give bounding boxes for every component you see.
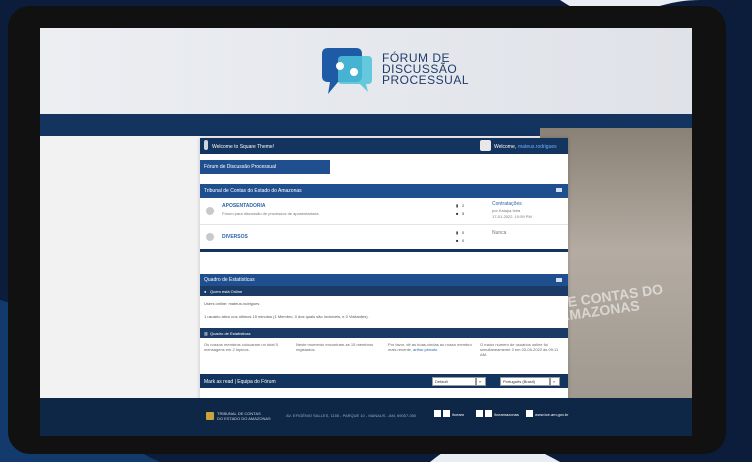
topics-icon: ▮	[456, 203, 459, 208]
forum-row: APOSENTADORIA Fórum para discussão de pr…	[200, 198, 568, 225]
footer-address: AV. EFIGÊNIO SALLES, 1155 - PARQUE 10 - …	[286, 413, 417, 418]
posts-count: 0	[462, 238, 465, 243]
forum-title-link[interactable]: APOSENTADORIA	[222, 203, 266, 209]
forum-title-link[interactable]: DIVERSOS	[222, 234, 248, 240]
forum-status-icon	[206, 207, 214, 215]
stats-record: O maior número de usuários online foi si…	[480, 342, 559, 357]
footer-site-link[interactable]: www.tce.am.gov.br	[535, 412, 569, 417]
newest-member-link[interactable]: arthur.peixoto	[413, 347, 437, 352]
stats-newest-member: Por favor, dê as boas-vindas ao nosso me…	[388, 342, 472, 352]
online-summary: 1 usuário ativo nos últimos 15 minutos (…	[204, 314, 369, 319]
globe-icon[interactable]	[526, 410, 533, 417]
forum-description: Fórum para discussão de processos de apo…	[222, 211, 320, 216]
stats-header: Quadro de Estatísticas	[200, 274, 568, 286]
language-go-button[interactable]: »	[550, 377, 560, 386]
youtube-icon[interactable]	[485, 410, 492, 417]
instagram-icon[interactable]	[476, 410, 483, 417]
forum-panel: Welcome to Square Theme! Welcome, mateus…	[200, 138, 568, 402]
footer-social-2[interactable]: /tceamazonas	[494, 412, 519, 417]
user-menu-link[interactable]: mateus.rodrigues	[518, 144, 557, 150]
category-header: Tribunal de Contas do Estado do Amazonas	[200, 184, 568, 198]
stats-members: Neste momento encontram-se 15 membros re…	[296, 342, 374, 352]
microphone-icon	[204, 140, 208, 150]
posts-icon: ■	[456, 238, 459, 243]
logo-line-3: PROCESSUAL	[382, 73, 470, 87]
browser-screen: FÓRUM DE DISCUSSÃO PROCESSUAL DE CONTAS …	[40, 28, 692, 436]
welcome-bar: Welcome to Square Theme! Welcome, mateus…	[200, 138, 568, 154]
forum-logo-icon	[322, 48, 372, 94]
twitter-icon[interactable]	[443, 410, 450, 417]
stats-posts: Os nossos membros colocaram no total 5 m…	[204, 342, 278, 352]
forum-row: DIVERSOS ▮ 0 ■ 0 Nunca	[200, 225, 568, 250]
posts-count: 5	[462, 211, 465, 216]
footer-social-1[interactable]: /tceam	[452, 412, 464, 417]
footer: TRIBUNAL DE CONTAS DO ESTADO DO AMAZONAS…	[40, 398, 692, 436]
avatar[interactable]	[480, 140, 491, 151]
topics-count: 0	[462, 230, 465, 235]
online-icon: ●	[204, 289, 207, 294]
stats-title: Quadro de Estatísticas	[204, 277, 255, 283]
collapse-icon[interactable]	[556, 188, 562, 192]
stats-heading: Quadro de Estatísticas	[210, 331, 251, 336]
welcome-message: Welcome to Square Theme!	[212, 144, 275, 150]
online-users: Users online: mateus.rodrigues	[204, 301, 260, 306]
breadcrumb-home-link[interactable]: Fórum de Discussão Processual	[204, 164, 276, 170]
facebook-icon[interactable]	[434, 410, 441, 417]
category-title[interactable]: Tribunal de Contas do Estado do Amazonas	[204, 188, 302, 194]
stats-subheader: ▥ Quadro de Estatísticas	[200, 328, 568, 338]
theme-go-button[interactable]: »	[476, 377, 486, 386]
collapse-icon[interactable]	[556, 278, 562, 282]
topics-icon: ▮	[456, 230, 459, 235]
welcome-user-prefix: Welcome,	[494, 144, 517, 150]
last-post-time: 17-01-2022, 10:59 PM	[492, 214, 532, 219]
breadcrumb: Fórum de Discussão Processual	[200, 160, 330, 174]
online-subheader: ● Quem está Online	[200, 286, 568, 296]
language-select[interactable]: Português (Brasil)	[500, 377, 550, 386]
last-post-link[interactable]: Contratações	[492, 201, 522, 207]
last-post-author[interactable]: por Kaiapa Ieira	[492, 208, 520, 213]
topics-count: 2	[462, 203, 465, 208]
category-footer-divider	[200, 249, 568, 252]
last-post-never: Nunca	[492, 230, 507, 236]
forum-status-icon	[206, 233, 214, 241]
theme-select[interactable]: Default	[432, 377, 476, 386]
tce-logo-icon	[206, 412, 214, 420]
footer-org-line-2: DO ESTADO DO AMAZONAS	[217, 416, 271, 421]
online-heading: Quem está Online	[210, 289, 243, 294]
mark-read-link[interactable]: Mark as read | Equipa do Fórum	[204, 379, 276, 385]
forum-logo-text: FÓRUM DE DISCUSSÃO PROCESSUAL	[382, 52, 470, 87]
stats-icon: ▥	[204, 331, 208, 336]
posts-icon: ■	[456, 211, 459, 216]
